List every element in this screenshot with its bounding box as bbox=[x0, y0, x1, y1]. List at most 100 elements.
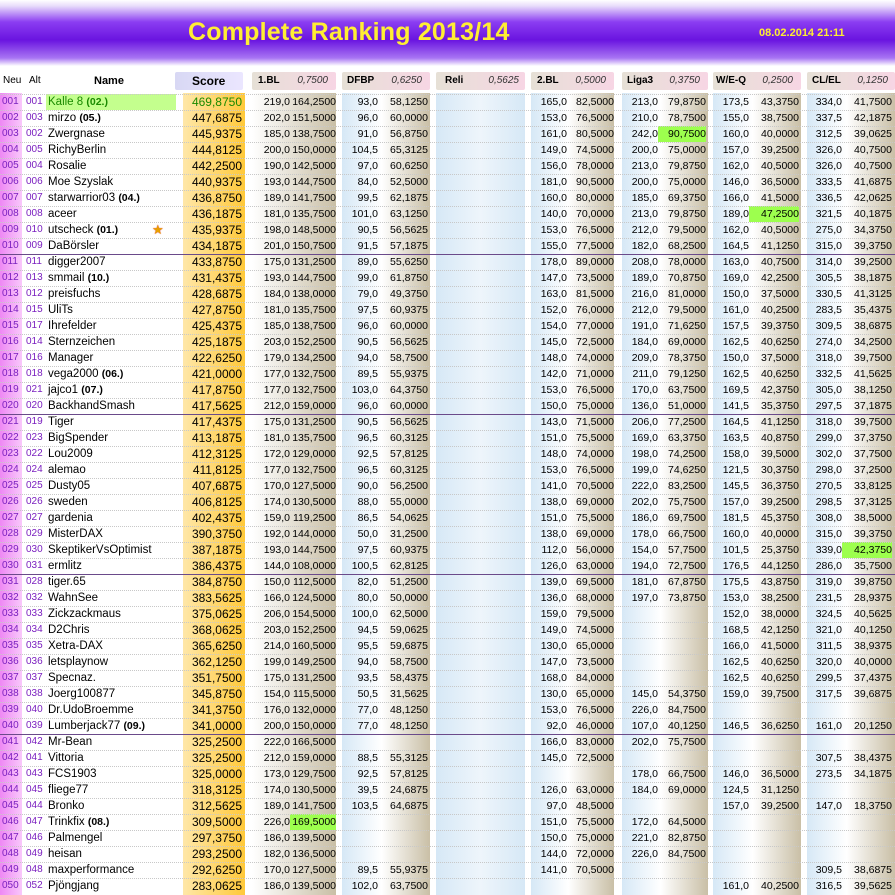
points-cell: 37,5000 bbox=[761, 288, 799, 300]
player-name: Palmengel bbox=[48, 830, 102, 846]
rank-old: 022 bbox=[26, 448, 43, 459]
points-cell: 166,0 bbox=[540, 736, 567, 748]
points-cell: 44,1250 bbox=[761, 560, 799, 572]
points-cell: 168,0 bbox=[540, 672, 567, 684]
points-cell: 31,2500 bbox=[390, 528, 428, 540]
points-cell: 316,5 bbox=[815, 880, 842, 892]
row-divider bbox=[0, 190, 895, 191]
points-cell: 212,0 bbox=[263, 400, 290, 412]
points-cell: 79,5000 bbox=[576, 608, 614, 620]
points-cell: 97,0 bbox=[357, 160, 378, 172]
points-cell: 307,5 bbox=[815, 752, 842, 764]
points-cell: 216,0 bbox=[631, 288, 658, 300]
player-name: Moe Szyslak bbox=[48, 174, 113, 190]
header-score: Score bbox=[192, 74, 226, 88]
rank-new: 005 bbox=[2, 160, 19, 171]
points-cell bbox=[436, 702, 476, 718]
points-cell: 63,1250 bbox=[390, 208, 428, 220]
points-cell bbox=[342, 734, 378, 750]
points-cell: 175,0 bbox=[263, 416, 290, 428]
points-cell: 50,0 bbox=[357, 528, 378, 540]
points-cell: 161,0 bbox=[722, 880, 749, 892]
player-name-text: Vittoria bbox=[48, 752, 84, 764]
points-cell bbox=[807, 814, 842, 830]
rank-old: 039 bbox=[26, 720, 43, 731]
points-cell: 39,7500 bbox=[854, 352, 892, 364]
points-cell: 298,5 bbox=[815, 496, 842, 508]
rank-old: 045 bbox=[26, 784, 43, 795]
points-cell: 73,5000 bbox=[576, 656, 614, 668]
points-cell bbox=[436, 94, 476, 110]
points-cell: 101,0 bbox=[351, 208, 378, 220]
points-cell bbox=[436, 190, 476, 206]
points-cell: 39,5 bbox=[357, 784, 378, 796]
points-cell: 206,0 bbox=[263, 608, 290, 620]
score-value: 341,3750 bbox=[191, 703, 242, 717]
points-cell: 315,0 bbox=[815, 240, 842, 252]
rank-old: 026 bbox=[26, 496, 43, 507]
row-divider bbox=[0, 206, 895, 207]
rank-old: 034 bbox=[26, 624, 43, 635]
points-cell: 148,5000 bbox=[292, 224, 336, 236]
points-cell: 181,5 bbox=[722, 512, 749, 524]
points-cell: 144,7500 bbox=[292, 544, 336, 556]
points-cell: 68,0000 bbox=[576, 592, 614, 604]
points-cell: 69,3750 bbox=[668, 192, 706, 204]
rank-old: 041 bbox=[26, 752, 43, 763]
points-cell bbox=[749, 862, 799, 878]
player-name-text: fliege77 bbox=[48, 784, 89, 796]
points-cell: 39,6875 bbox=[854, 688, 892, 700]
row-divider bbox=[0, 670, 895, 671]
points-cell: 76,5000 bbox=[576, 704, 614, 716]
score-value: 368,0625 bbox=[191, 623, 242, 637]
points-cell: 62,8125 bbox=[390, 560, 428, 572]
points-cell: 145,5 bbox=[722, 480, 749, 492]
rank-old: 032 bbox=[26, 592, 43, 603]
player-name: UliTs bbox=[48, 302, 73, 318]
points-cell: 31,5625 bbox=[390, 688, 428, 700]
points-cell: 129,7500 bbox=[292, 768, 336, 780]
points-cell bbox=[476, 174, 524, 190]
points-cell bbox=[436, 222, 476, 238]
points-cell: 318,0 bbox=[815, 416, 842, 428]
points-cell bbox=[807, 734, 842, 750]
points-cell: 55,0000 bbox=[390, 496, 428, 508]
points-cell: 88,0 bbox=[357, 496, 378, 508]
rank-new: 039 bbox=[2, 704, 19, 715]
points-cell bbox=[436, 126, 476, 142]
points-cell: 159,0 bbox=[263, 512, 290, 524]
points-cell: 34,1875 bbox=[854, 768, 892, 780]
row-divider bbox=[0, 350, 895, 351]
header-clel-weight: 0,1250 bbox=[857, 75, 888, 86]
points-cell: 162,0 bbox=[722, 160, 749, 172]
score-value: 293,2500 bbox=[191, 847, 242, 861]
score-value: 417,5625 bbox=[191, 399, 242, 413]
points-cell: 41,1250 bbox=[761, 240, 799, 252]
points-cell bbox=[436, 606, 476, 622]
points-cell bbox=[749, 734, 799, 750]
rank-new: 043 bbox=[2, 768, 19, 779]
points-cell: 38,4375 bbox=[854, 752, 892, 764]
points-cell: 77,2500 bbox=[668, 416, 706, 428]
points-cell: 154,0 bbox=[540, 320, 567, 332]
rank-new: 010 bbox=[2, 240, 19, 251]
points-cell: 69,0000 bbox=[576, 528, 614, 540]
score-value: 312,5625 bbox=[191, 799, 242, 813]
points-cell bbox=[622, 654, 658, 670]
points-cell bbox=[713, 750, 749, 766]
points-cell bbox=[476, 718, 524, 734]
rank-new: 038 bbox=[2, 688, 19, 699]
points-cell bbox=[842, 846, 892, 862]
points-cell: 59,0625 bbox=[390, 624, 428, 636]
points-cell bbox=[476, 302, 524, 318]
points-cell: 75,0000 bbox=[576, 832, 614, 844]
points-cell: 40,5625 bbox=[854, 608, 892, 620]
row-divider bbox=[0, 558, 895, 559]
player-name-text: digger2007 bbox=[48, 256, 106, 268]
rank-new: 015 bbox=[2, 320, 19, 331]
points-cell: 42,1875 bbox=[854, 112, 892, 124]
points-cell: 52,5000 bbox=[390, 176, 428, 188]
points-cell: 93,0 bbox=[357, 96, 378, 108]
points-cell bbox=[476, 350, 524, 366]
points-cell: 184,0 bbox=[263, 288, 290, 300]
